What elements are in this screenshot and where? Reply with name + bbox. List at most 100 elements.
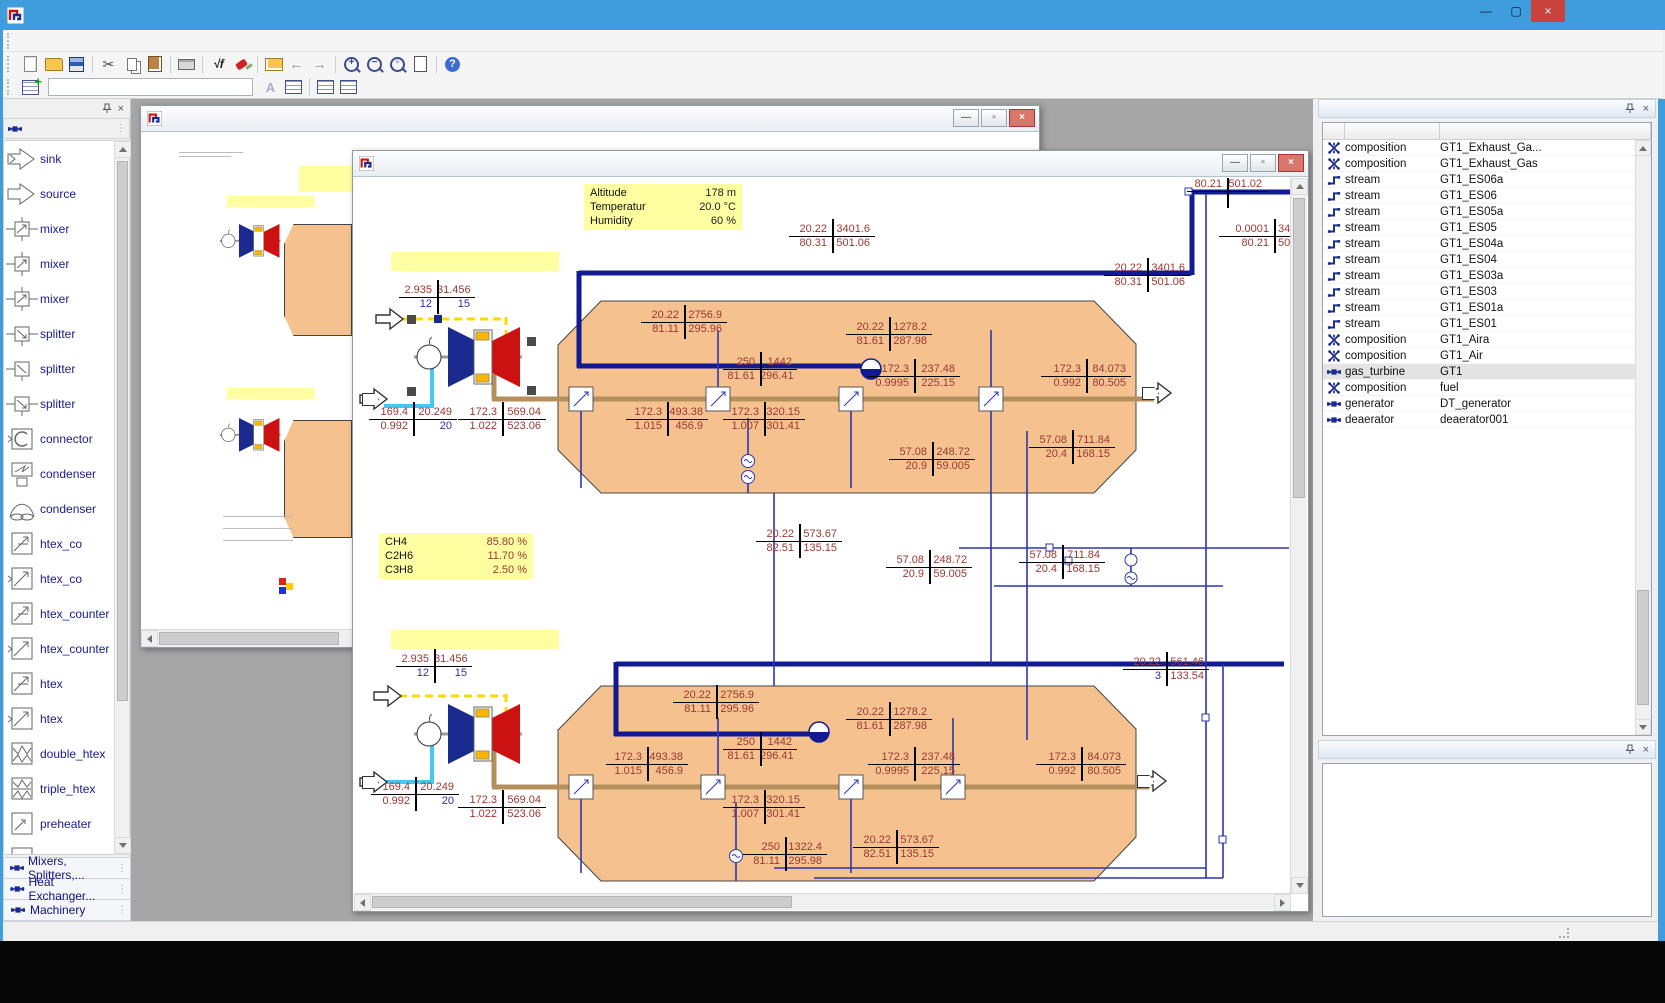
toolbar-button[interactable] <box>335 56 336 73</box>
pel-box-1[interactable] <box>391 252 559 271</box>
stream-table[interactable]: 80.21501.02 <box>1187 178 1267 206</box>
palette-item[interactable]: preheater <box>4 806 114 841</box>
pin-icon[interactable] <box>1625 744 1635 755</box>
palette-item[interactable]: condenser <box>4 491 114 526</box>
menu-item[interactable] <box>39 39 59 43</box>
palette-category-all[interactable]: ⋮ <box>3 118 130 139</box>
pin-icon[interactable] <box>1625 103 1635 114</box>
toolbar-button[interactable] <box>436 56 437 73</box>
stream-table[interactable]: 20.222756.9 81.11295.96 <box>673 689 759 717</box>
close-panel-icon[interactable]: × <box>1643 103 1649 115</box>
stream-table[interactable]: 0.000134 80.2150 <box>1219 223 1291 251</box>
palette-item[interactable]: htex_co <box>4 561 114 596</box>
column-header-object[interactable] <box>1440 123 1651 139</box>
stream-table[interactable]: 20.223401.6 80.31501.06 <box>1104 262 1190 290</box>
stream-table[interactable]: 172.3320.15 1.007301.41 <box>723 794 805 822</box>
dataset-manager-header[interactable]: × <box>1318 740 1656 759</box>
palette-item[interactable]: htex_co <box>4 526 114 561</box>
close-palette-icon[interactable]: × <box>118 103 124 115</box>
fuel-composition-box[interactable]: CH485.80 %C2H611.70 %C3H82.50 % <box>379 533 533 579</box>
palette-item[interactable] <box>4 841 114 855</box>
menu-item[interactable] <box>159 39 179 43</box>
stream-table[interactable]: 169.420.249 0.99220 <box>369 406 457 434</box>
minimize-button[interactable]: — <box>953 109 979 127</box>
object-row[interactable]: stream GT1_ES04 <box>1323 252 1635 268</box>
text-tool-icon[interactable] <box>259 77 282 97</box>
object-row[interactable]: stream GT1_ES01a <box>1323 300 1635 316</box>
active-window[interactable]: — ▫ × <box>352 150 1309 912</box>
stream-table[interactable]: 20.221278.2 81.61287.98 <box>846 706 932 734</box>
canvas-vscrollbar[interactable] <box>1290 178 1307 894</box>
palette-item[interactable]: htex_counter <box>4 631 114 666</box>
palette-item[interactable]: htex <box>4 666 114 701</box>
paste-icon[interactable] <box>143 54 166 74</box>
print-icon[interactable] <box>175 54 198 74</box>
object-row[interactable]: composition GT1_Air <box>1323 348 1635 364</box>
cut-icon[interactable] <box>97 54 120 74</box>
palette-item[interactable]: source <box>4 176 114 211</box>
canvas-hscrollbar[interactable] <box>354 893 1291 910</box>
resize-grip[interactable] <box>1559 928 1569 938</box>
stream-table[interactable]: 172.3493.38 1.015456.9 <box>626 406 708 434</box>
stream-table[interactable]: 2.93531.456 1215 <box>399 284 475 312</box>
pel-box-2[interactable] <box>391 630 559 649</box>
stream-table[interactable]: 2501322.4 81.11295.98 <box>743 841 827 869</box>
stream-table[interactable]: 20.223401.6 80.31501.06 <box>789 223 875 251</box>
minimize-button[interactable]: — <box>1471 0 1501 22</box>
palette-item[interactable]: mixer <box>4 246 114 281</box>
object-row[interactable]: stream GT1_ES04a <box>1323 236 1635 252</box>
pin-icon[interactable] <box>102 103 112 114</box>
column-header-class[interactable] <box>1345 123 1440 139</box>
background-window-titlebar[interactable]: — ▫ × <box>141 106 1039 132</box>
toolbar-button[interactable] <box>202 56 203 73</box>
menu-item[interactable] <box>199 39 219 43</box>
stream-table[interactable]: 2501442 81.61296.41 <box>723 356 797 384</box>
forward-icon[interactable] <box>308 54 331 74</box>
palette-item[interactable]: htex <box>4 701 114 736</box>
new-file-icon[interactable] <box>19 54 42 74</box>
stream-table[interactable]: 2.93531.456 1215 <box>396 653 472 681</box>
toolbar-grip[interactable] <box>7 79 12 95</box>
toolbar-button[interactable] <box>257 56 258 73</box>
close-button[interactable]: × <box>1278 154 1304 172</box>
toolbar-grip[interactable] <box>7 33 12 49</box>
toolbar-button[interactable] <box>92 56 93 73</box>
save-icon[interactable] <box>65 54 88 74</box>
object-row[interactable]: stream GT1_ES06 <box>1323 188 1635 204</box>
stream-table[interactable]: 2501442 81.61296.41 <box>723 736 797 764</box>
new-dataframe-icon[interactable] <box>19 77 42 97</box>
palette-item[interactable]: splitter <box>4 351 114 386</box>
stream-table[interactable]: 20.22573.67 82.51135.15 <box>756 528 842 556</box>
object-manager-header[interactable]: × <box>1318 99 1656 118</box>
function-icon[interactable] <box>207 54 230 74</box>
palette-item[interactable]: double_htex <box>4 736 114 771</box>
stream-table[interactable]: 20.221278.2 81.61287.98 <box>846 321 932 349</box>
align-grid2-icon[interactable] <box>337 77 360 97</box>
stream-table[interactable]: 57.08711.84 20.4168.15 <box>1019 549 1105 577</box>
stream-table[interactable]: 172.3493.38 1.015456.9 <box>606 751 688 779</box>
object-row[interactable]: deaerator deaerator001 <box>1323 412 1635 428</box>
restore-button[interactable]: ▫ <box>981 109 1007 127</box>
stream-table[interactable]: 57.08248.72 20.959.005 <box>889 446 975 474</box>
stream-table[interactable]: 20.222756.9 81.11295.96 <box>641 309 727 337</box>
minimize-button[interactable]: — <box>1222 154 1248 172</box>
restore-button[interactable]: ▫ <box>1250 154 1276 172</box>
palette-item[interactable]: condenser <box>4 456 114 491</box>
object-row[interactable]: gas_turbine GT1 <box>1323 364 1635 380</box>
palette-item[interactable]: splitter <box>4 386 114 421</box>
stream-table[interactable]: 172.3237.48 0.9995225.15 <box>868 751 960 779</box>
toolbar-button[interactable] <box>170 56 171 73</box>
object-row[interactable]: stream GT1_ES06a <box>1323 172 1635 188</box>
flowsheet-canvas[interactable]: 2.93531.456 1215 169.420.249 0.99220 172… <box>354 178 1291 894</box>
stream-table[interactable]: 172.384.073 0.99280.505 <box>1041 363 1131 391</box>
close-button[interactable]: × <box>1531 0 1565 22</box>
back-icon[interactable] <box>285 54 308 74</box>
ambient-conditions-box[interactable]: Altitude178 mTemperatur20.0 °CHumidity60… <box>584 184 742 230</box>
object-row[interactable]: stream GT1_ES05 <box>1323 220 1635 236</box>
palette-item[interactable]: htex_counter <box>4 596 114 631</box>
stream-table[interactable]: 57.08711.84 20.4168.15 <box>1029 434 1115 462</box>
object-row[interactable]: composition GT1_Aira <box>1323 332 1635 348</box>
open-file-icon[interactable] <box>42 54 65 74</box>
object-row[interactable]: generator DT_generator <box>1323 396 1635 412</box>
help-icon[interactable] <box>441 54 464 74</box>
